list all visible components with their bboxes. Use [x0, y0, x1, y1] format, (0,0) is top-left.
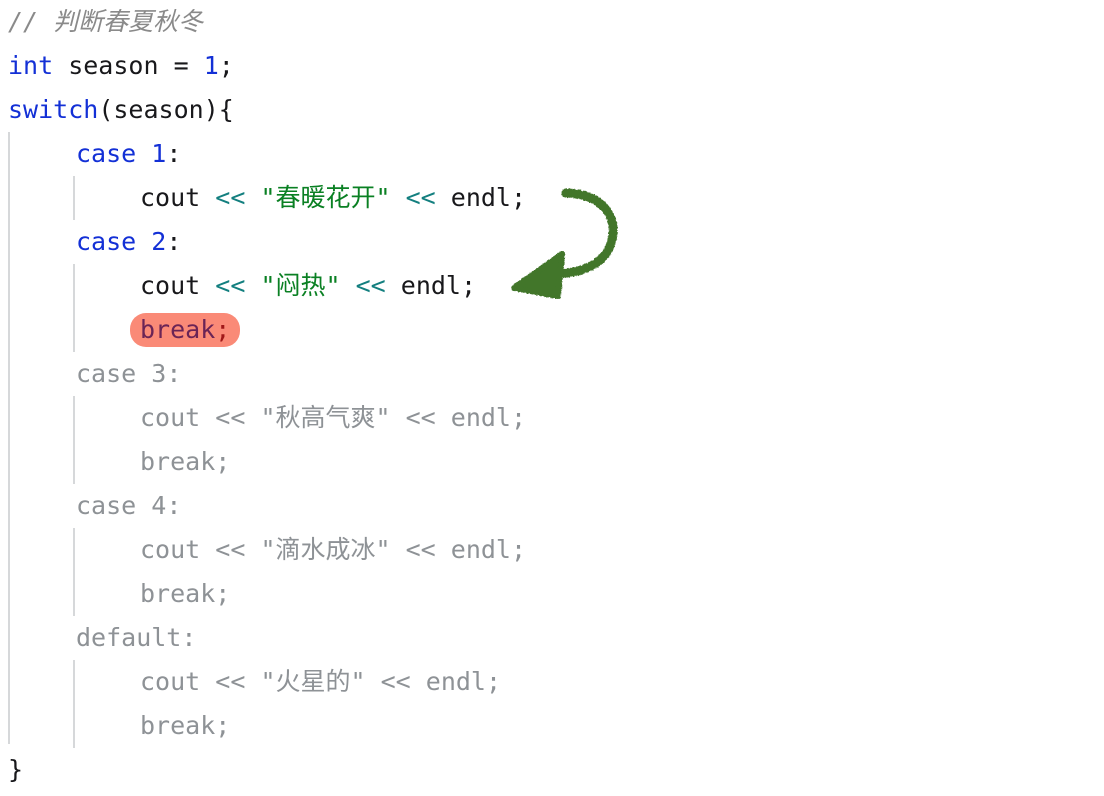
- code-line-7[interactable]: cout << "闷热" << endl;: [0, 264, 476, 308]
- code-line-9[interactable]: case 3:: [0, 352, 181, 396]
- code-line-16[interactable]: cout << "火星的" << endl;: [0, 660, 501, 704]
- token-op: <<: [405, 535, 436, 564]
- token-keyword: int: [8, 51, 54, 80]
- token-number: 4: [151, 491, 167, 520]
- token-plain: cout: [140, 183, 216, 212]
- token-plain: cout: [140, 403, 216, 432]
- code-line-2[interactable]: int season = 1;: [0, 44, 234, 88]
- highlighted-break-statement[interactable]: break;: [130, 313, 241, 347]
- code-line-18[interactable]: }: [0, 748, 23, 792]
- break-keyword: break: [140, 315, 216, 344]
- token-plain: season: [113, 95, 204, 124]
- token-op: <<: [215, 403, 246, 432]
- token-punct: ;: [215, 579, 231, 608]
- token-plain: season: [53, 51, 174, 80]
- token-punct: :: [166, 359, 182, 388]
- token-punct: :: [166, 227, 182, 256]
- token-comment: // 判断春夏秋冬: [8, 7, 204, 36]
- token-punct: ;: [215, 711, 231, 740]
- token-keyword: default: [76, 623, 182, 652]
- code-line-1[interactable]: // 判断春夏秋冬: [0, 0, 203, 44]
- token-number: 1: [203, 51, 219, 80]
- token-string: "滴水成冰": [260, 535, 391, 564]
- token-punct: ;: [510, 535, 527, 564]
- token-plain: endl: [435, 403, 511, 432]
- token-op: <<: [215, 271, 246, 300]
- token-keyword: break: [140, 447, 216, 476]
- break-semicolon: ;: [215, 315, 231, 344]
- token-plain: endl: [435, 183, 511, 212]
- token-op: <<: [405, 403, 436, 432]
- token-op: <<: [215, 535, 246, 564]
- token-keyword: break: [140, 579, 216, 608]
- code-line-17[interactable]: break;: [0, 704, 230, 748]
- token-plain: endl: [410, 667, 486, 696]
- token-keyword: break: [140, 711, 216, 740]
- token-plain: endl: [435, 535, 511, 564]
- token-string: "秋高气爽": [260, 403, 391, 432]
- token-number: 3: [151, 359, 167, 388]
- code-line-3[interactable]: switch(season){: [0, 88, 234, 132]
- token-punct: ){: [203, 95, 234, 124]
- token-op: <<: [355, 271, 386, 300]
- code-line-10[interactable]: cout << "秋高气爽" << endl;: [0, 396, 526, 440]
- token-keyword: case: [76, 227, 152, 256]
- token-plain: cout: [140, 667, 216, 696]
- code-line-13[interactable]: cout << "滴水成冰" << endl;: [0, 528, 526, 572]
- token-punct: (: [98, 95, 114, 124]
- code-line-14[interactable]: break;: [0, 572, 230, 616]
- token-number: 2: [151, 227, 167, 256]
- token-plain: cout: [140, 535, 216, 564]
- token-keyword: switch: [8, 95, 99, 124]
- token-punct: =: [173, 51, 204, 80]
- token-number: 1: [151, 139, 167, 168]
- token-keyword: case: [76, 359, 152, 388]
- token-punct: ;: [485, 667, 502, 696]
- token-punct: ;: [510, 183, 527, 212]
- token-punct: :: [181, 623, 197, 652]
- code-line-4[interactable]: case 1:: [0, 132, 181, 176]
- token-plain: cout: [140, 271, 216, 300]
- code-editor-surface: // 判断春夏秋冬 int season = 1; switch(season){c…: [0, 0, 1104, 796]
- token-punct: ;: [510, 403, 527, 432]
- code-line-6[interactable]: case 2:: [0, 220, 181, 264]
- token-punct: :: [166, 491, 182, 520]
- token-string: "春暖花开": [260, 183, 391, 212]
- token-plain: endl: [385, 271, 461, 300]
- token-string: "火星的": [260, 667, 366, 696]
- code-line-11[interactable]: break;: [0, 440, 230, 484]
- token-punct: ;: [215, 447, 231, 476]
- token-op: <<: [405, 183, 436, 212]
- token-punct: ;: [218, 51, 234, 80]
- token-op: <<: [215, 183, 246, 212]
- code-line-15[interactable]: default:: [0, 616, 196, 660]
- token-keyword: case: [76, 139, 152, 168]
- token-punct: ;: [460, 271, 477, 300]
- token-punct: :: [166, 139, 182, 168]
- code-line-12[interactable]: case 4:: [0, 484, 181, 528]
- token-op: <<: [215, 667, 246, 696]
- token-punct: }: [8, 755, 24, 784]
- token-keyword: case: [76, 491, 152, 520]
- code-line-8[interactable]: break;: [0, 308, 241, 352]
- token-op: <<: [380, 667, 411, 696]
- code-line-5[interactable]: cout << "春暖花开" << endl;: [0, 176, 526, 220]
- token-string: "闷热": [260, 271, 341, 300]
